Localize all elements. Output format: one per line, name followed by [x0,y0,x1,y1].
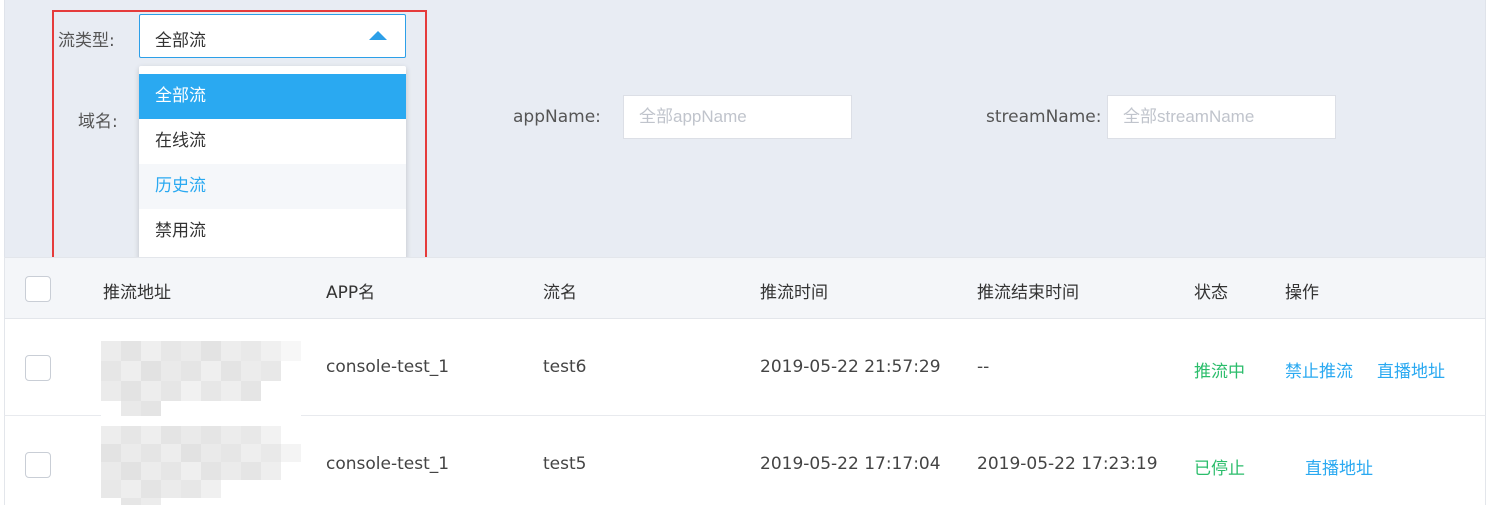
status-badge: 已停止 [1194,459,1245,479]
stream-type-label: 流类型: [58,31,115,51]
stream-table: 推流地址 APP名 流名 推流时间 推流结束时间 状态 操作 console-t… [4,257,1486,505]
dropdown-option-history[interactable]: 历史流 [139,164,406,209]
header-status: 状态 [1194,283,1228,303]
dropdown-option-all[interactable]: 全部流 [139,74,406,119]
stream-name-label: streamName: [986,107,1102,127]
cell-stream-name: test5 [543,454,587,474]
blurred-push-url [101,426,301,505]
status-badge: 推流中 [1194,362,1245,382]
table-row: console-test_1 test6 2019-05-22 21:57:29… [4,319,1486,421]
disable-push-link[interactable]: 禁止推流 [1285,357,1353,382]
caret-up-icon[interactable] [369,31,387,40]
domain-label: 域名: [78,112,118,132]
app-name-input[interactable] [623,95,852,139]
header-push-time: 推流时间 [760,283,828,303]
cell-app-name: console-test_1 [326,454,450,474]
header-stream-name: 流名 [543,283,577,303]
stream-name-input[interactable] [1107,95,1336,139]
app-name-label: appName: [513,107,601,127]
stream-type-select[interactable]: 全部流 [139,14,406,58]
dropdown-option-disabled[interactable]: 禁用流 [139,209,406,254]
table-row: console-test_1 test5 2019-05-22 17:17:04… [4,416,1486,505]
header-end-time: 推流结束时间 [977,283,1079,303]
select-all-checkbox[interactable] [25,276,51,302]
cell-stream-name: test6 [543,357,587,377]
table-header: 推流地址 APP名 流名 推流时间 推流结束时间 状态 操作 [4,257,1486,319]
live-url-link[interactable]: 直播地址 [1377,357,1445,382]
cell-end-time: 2019-05-22 17:23:19 [977,454,1158,474]
header-app-name: APP名 [326,283,376,303]
blurred-push-url [101,341,301,421]
live-url-link[interactable]: 直播地址 [1305,454,1373,479]
stream-type-dropdown: 全部流 在线流 历史流 禁用流 [139,66,406,262]
cell-push-time: 2019-05-22 21:57:29 [760,357,941,377]
cell-push-time: 2019-05-22 17:17:04 [760,454,941,474]
row-checkbox[interactable] [25,355,51,381]
row-checkbox[interactable] [25,452,51,478]
cell-end-time: -- [977,357,990,377]
stream-type-selected-value: 全部流 [155,31,206,51]
header-actions: 操作 [1285,283,1319,303]
cell-app-name: console-test_1 [326,357,450,377]
dropdown-option-online[interactable]: 在线流 [139,119,406,164]
header-push-url: 推流地址 [103,283,171,303]
